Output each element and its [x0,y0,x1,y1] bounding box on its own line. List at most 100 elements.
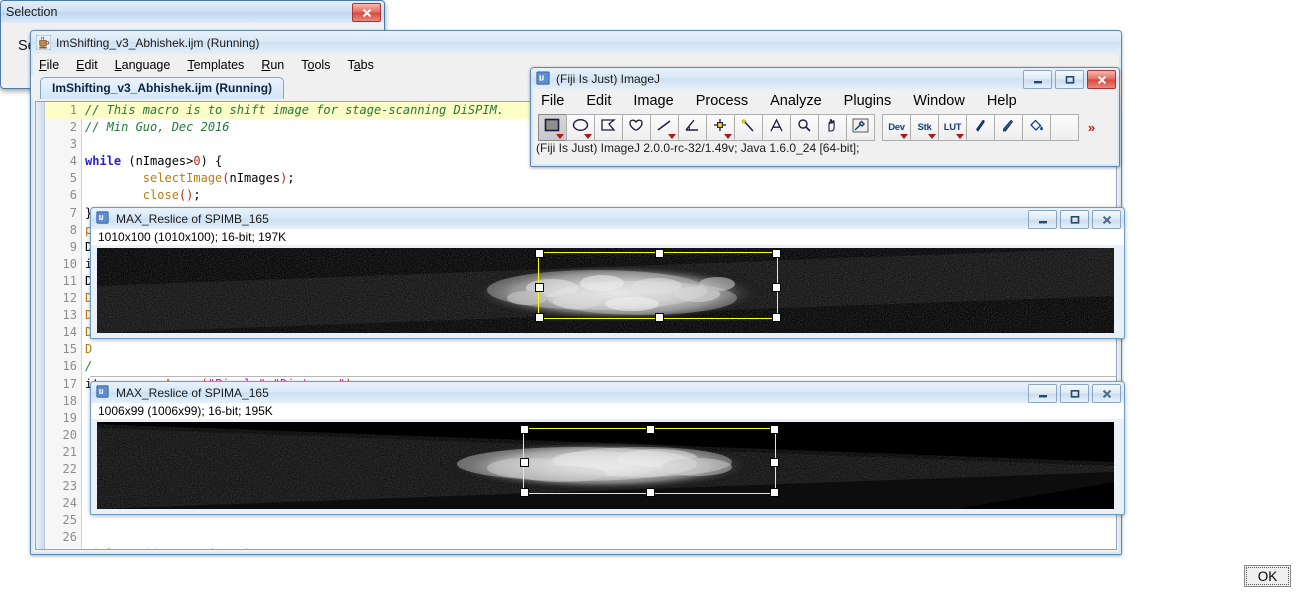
editor-titlebar[interactable]: ImShifting_v3_Abhishek.ijm (Running) [31,31,1121,54]
roi-handle-w[interactable] [520,458,529,467]
menu-language[interactable]: Language [115,58,171,72]
more-tools[interactable]: » [1078,115,1105,140]
code-line[interactable]: 27Dialog.addMessage("\n"); [45,546,1116,549]
fiji-menu-file[interactable]: File [541,93,564,109]
line-tool[interactable] [650,113,679,141]
roi-handle-n[interactable] [655,249,664,258]
roi-handle-s[interactable] [655,313,664,322]
image-a-titlebar[interactable]: MAX_Reslice of SPIMA_165 [91,382,1124,403]
image-b-window-buttons[interactable] [1028,210,1121,229]
roi-rectangle-b[interactable] [535,249,781,322]
roi-rectangle-a[interactable] [520,425,779,497]
menu-run[interactable]: Run [261,58,284,72]
roi-handle-sw[interactable] [520,488,529,497]
tool-dropdown-arrow-icon[interactable] [928,133,936,139]
image-b-canvas[interactable] [97,248,1114,333]
minimize-icon[interactable] [1028,384,1057,403]
freehand-tool[interactable] [622,113,651,141]
menu-edit[interactable]: Edit [76,58,98,72]
code-line[interactable]: 26 [45,529,1116,546]
image-a-info: 1006x99 (1006x99); 16-bit; 195K [91,403,1124,419]
close-icon[interactable] [352,3,381,22]
dev-tool[interactable]: Dev [882,113,911,141]
rectangle-tool[interactable] [538,113,567,141]
fiji-menu-process[interactable]: Process [696,93,748,109]
roi-handle-sw[interactable] [535,313,544,322]
empty-tool[interactable] [1050,113,1079,141]
close-icon[interactable] [1092,384,1121,403]
dropper-tool[interactable] [846,113,875,141]
maximize-icon[interactable] [1060,210,1089,229]
fiji-toolbar[interactable]: Dev Stk LUT » [531,113,1119,141]
stk-tool[interactable]: Stk [910,113,939,141]
roi-handle-n[interactable] [646,425,655,434]
code-line[interactable]: 15 D [45,341,1116,358]
fiji-window-buttons[interactable] [1023,70,1116,89]
fiji-menu-image[interactable]: Image [633,93,673,109]
fiji-status-line: (Fiji Is Just) ImageJ 2.0.0-rc-32/1.49v;… [531,141,1119,158]
minimize-icon[interactable] [1028,210,1057,229]
fiji-menu-analyze[interactable]: Analyze [770,93,822,109]
polygon-tool[interactable] [594,113,623,141]
close-icon[interactable] [1092,210,1121,229]
tool-dropdown-arrow-icon[interactable] [956,133,964,139]
menu-tools[interactable]: Tools [301,58,330,72]
tool-dropdown-arrow-icon[interactable] [556,133,564,139]
lut-tool[interactable]: LUT [938,113,967,141]
wand-tool[interactable] [734,113,763,141]
roi-handle-s[interactable] [646,488,655,497]
roi-handle-e[interactable] [770,458,779,467]
image-a-canvas[interactable] [97,422,1114,509]
oval-tool[interactable] [566,113,595,141]
line-number: 6 [69,188,77,203]
editor-tab-active[interactable]: ImShifting_v3_Abhishek.ijm (Running) [40,77,285,99]
line-number: 7 [69,205,77,220]
roi-handle-ne[interactable] [770,425,779,434]
roi-handle-nw[interactable] [520,425,529,434]
angle-tool[interactable] [678,113,707,141]
code-line[interactable]: 16 / [45,358,1116,375]
image-a-window-buttons[interactable] [1028,384,1121,403]
tool-dropdown-arrow-icon[interactable] [900,133,908,139]
roi-handle-se[interactable] [770,488,779,497]
roi-handle-nw[interactable] [535,249,544,258]
menu-tabs[interactable]: Tabs [347,58,373,72]
image-b-titlebar[interactable]: MAX_Reslice of SPIMB_165 [91,208,1124,229]
tool-dropdown-arrow-icon[interactable] [668,133,676,139]
point-tool[interactable] [706,113,735,141]
maximize-icon[interactable] [1060,384,1089,403]
code-line[interactable]: 5 selectImage(nImages); [45,170,1116,187]
close-icon[interactable] [1087,70,1116,89]
maximize-icon[interactable] [1055,70,1084,89]
image-window-spima[interactable]: MAX_Reslice of SPIMA_165 1006x99 (1006x9… [90,381,1125,515]
hand-tool[interactable] [818,113,847,141]
roi-handle-ne[interactable] [772,249,781,258]
minimize-icon[interactable] [1023,70,1052,89]
magnifier-tool[interactable] [790,113,819,141]
menu-templates[interactable]: Templates [187,58,244,72]
fiji-menu-plugins[interactable]: Plugins [844,93,892,109]
fiji-menu-edit[interactable]: Edit [586,93,611,109]
fiji-menu-help[interactable]: Help [987,93,1017,109]
brush-tool[interactable] [994,113,1023,141]
fiji-menu-window[interactable]: Window [913,93,965,109]
image-window-spimb[interactable]: MAX_Reslice of SPIMB_165 1010x100 (1010x… [90,207,1125,339]
tool-dropdown-arrow-icon[interactable] [724,133,732,139]
selection-dialog-titlebar[interactable]: Selection [1,1,384,23]
code-line[interactable]: 6 close(); [45,187,1116,204]
ok-button[interactable]: OK [1244,565,1291,587]
roi-handle-se[interactable] [772,313,781,322]
roi-handle-w[interactable] [535,283,544,292]
tool-dropdown-arrow-icon[interactable] [584,133,592,139]
text-tool[interactable] [762,113,791,141]
fiji-titlebar[interactable]: (Fiji Is Just) ImageJ [531,68,1119,89]
flood-fill-tool[interactable] [1022,113,1051,141]
menu-file[interactable]: FFileile [39,58,59,72]
pencil-tool[interactable] [966,113,995,141]
fiji-main-window[interactable]: (Fiji Is Just) ImageJ File Edit Image Pr… [530,67,1120,167]
fiji-menubar[interactable]: File Edit Image Process Analyze Plugins … [531,89,1119,113]
selection-dialog-buttons[interactable] [352,3,381,22]
roi-handle-e[interactable] [772,283,781,292]
